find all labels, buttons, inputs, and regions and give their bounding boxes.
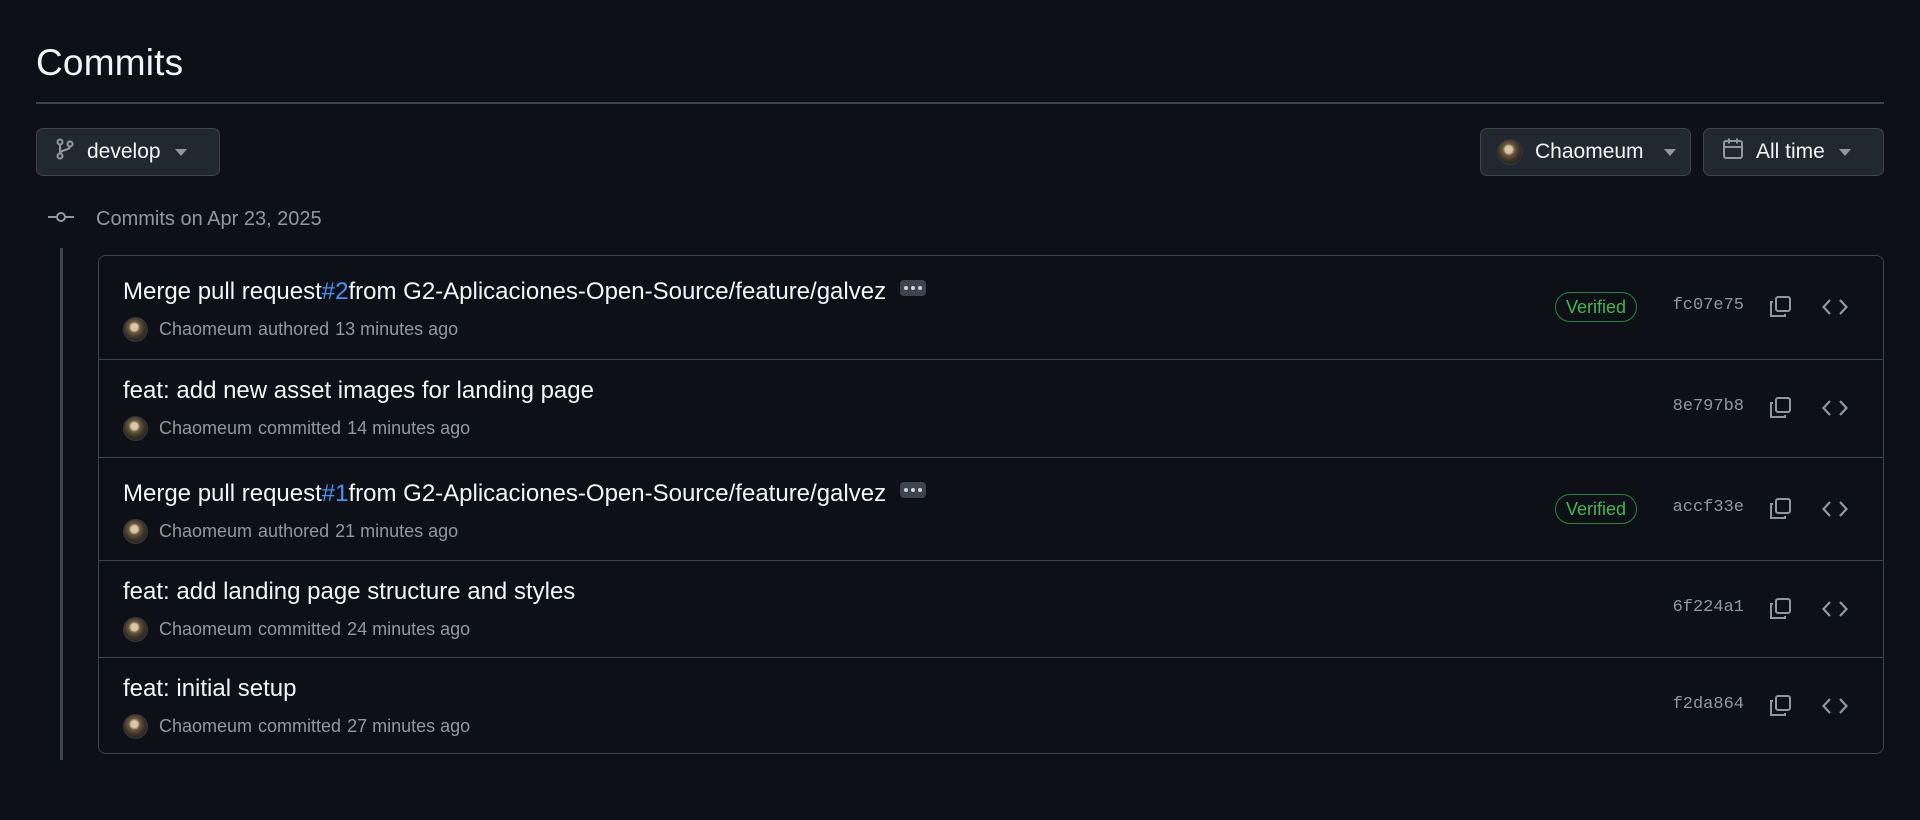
title-divider xyxy=(36,102,1884,104)
commit-time: 14 minutes ago xyxy=(347,418,471,438)
commit-row: feat: add new asset images for landing p… xyxy=(99,359,1883,457)
commit-row: Merge pull request #1 from G2-Aplicacion… xyxy=(99,457,1883,560)
code-icon xyxy=(1822,400,1848,416)
commits-page: Commits develop Chaomeum All time Commit… xyxy=(0,0,1920,820)
commit-author-link[interactable]: Chaomeum xyxy=(159,716,252,737)
copy-icon xyxy=(1770,296,1791,317)
commit-title-text: feat: add landing page structure and sty… xyxy=(123,578,576,605)
time-filter-button[interactable]: All time xyxy=(1703,128,1884,176)
commit-title[interactable]: Merge pull request #2 from G2-Aplicacion… xyxy=(123,278,927,306)
copy-sha-button[interactable] xyxy=(1764,593,1796,625)
browse-repository-button[interactable] xyxy=(1819,690,1851,722)
commit-author-link[interactable]: Chaomeum xyxy=(159,418,252,439)
browse-repository-button[interactable] xyxy=(1819,593,1851,625)
copy-icon xyxy=(1770,695,1791,716)
author-filter-button[interactable]: Chaomeum xyxy=(1480,128,1691,176)
commit-list: Merge pull request #2 from G2-Aplicacion… xyxy=(98,255,1884,754)
code-icon xyxy=(1822,698,1848,714)
commit-verb: authored xyxy=(258,319,330,339)
commit-meta: Chaomeum committed 24 minutes ago xyxy=(123,617,470,642)
code-icon xyxy=(1822,601,1848,617)
commit-title[interactable]: feat: initial setup xyxy=(123,675,296,703)
copy-icon xyxy=(1770,397,1791,418)
copy-sha-button[interactable] xyxy=(1764,291,1796,323)
chevron-down-icon xyxy=(174,148,187,156)
commit-time: 13 minutes ago xyxy=(335,319,459,339)
branch-selector-label: develop xyxy=(87,140,161,163)
calendar-icon xyxy=(1722,137,1744,167)
commit-verb: authored xyxy=(258,521,330,541)
avatar xyxy=(1497,139,1523,165)
browse-repository-button[interactable] xyxy=(1819,392,1851,424)
code-icon xyxy=(1822,299,1848,315)
verified-badge[interactable]: Verified xyxy=(1554,292,1637,322)
git-branch-icon xyxy=(55,138,75,166)
timeline-date-header: Commits on Apr 23, 2025 xyxy=(48,208,322,231)
browse-repository-button[interactable] xyxy=(1819,493,1851,525)
author-filter-label: Chaomeum xyxy=(1535,140,1644,163)
pull-request-link[interactable]: #1 xyxy=(322,480,349,508)
commit-title-text: feat: initial setup xyxy=(123,675,297,702)
commit-title-text: feat: add new asset images for landing p… xyxy=(123,377,594,404)
chevron-down-icon xyxy=(1663,148,1676,156)
avatar[interactable] xyxy=(123,519,148,544)
expand-description-button[interactable] xyxy=(900,280,927,296)
commit-author-link[interactable]: Chaomeum xyxy=(159,521,252,542)
commit-title-text: Merge pull request xyxy=(123,480,322,507)
commit-row: feat: initial setup Chaomeum committed 2… xyxy=(99,657,1883,753)
commit-meta: Chaomeum committed 14 minutes ago xyxy=(123,416,470,441)
timeline-date-label: Commits on Apr 23, 2025 xyxy=(96,208,322,230)
copy-sha-button[interactable] xyxy=(1764,690,1796,722)
copy-sha-button[interactable] xyxy=(1764,392,1796,424)
time-filter-label: All time xyxy=(1756,140,1825,163)
copy-icon xyxy=(1770,498,1791,519)
commit-author-link[interactable]: Chaomeum xyxy=(159,319,252,340)
verified-badge[interactable]: Verified xyxy=(1554,494,1637,524)
git-commit-icon xyxy=(48,210,74,229)
commit-sha-link[interactable]: f2da864 xyxy=(1673,695,1744,714)
page-title: Commits xyxy=(36,42,184,83)
avatar[interactable] xyxy=(123,416,148,441)
commit-row: Merge pull request #2 from G2-Aplicacion… xyxy=(99,256,1883,359)
commit-sha-link[interactable]: 6f224a1 xyxy=(1673,598,1744,617)
code-icon xyxy=(1822,501,1848,517)
commit-sha-link[interactable]: fc07e75 xyxy=(1673,296,1744,315)
commit-author-link[interactable]: Chaomeum xyxy=(159,619,252,640)
commit-verb: committed xyxy=(258,418,342,438)
chevron-down-icon xyxy=(1838,148,1851,156)
commit-row: feat: add landing page structure and sty… xyxy=(99,560,1883,657)
commit-time: 27 minutes ago xyxy=(347,716,471,736)
branch-selector-button[interactable]: develop xyxy=(36,128,220,176)
commit-title-text: Merge pull request xyxy=(123,278,322,305)
commit-title[interactable]: feat: add landing page structure and sty… xyxy=(123,578,575,606)
avatar[interactable] xyxy=(123,317,148,342)
copy-icon xyxy=(1770,598,1791,619)
commit-meta: Chaomeum authored 21 minutes ago xyxy=(123,519,458,544)
commit-title[interactable]: Merge pull request #1 from G2-Aplicacion… xyxy=(123,480,927,508)
avatar[interactable] xyxy=(123,617,148,642)
commit-meta: Chaomeum authored 13 minutes ago xyxy=(123,317,458,342)
commit-title-text: from G2-Aplicaciones-Open-Source/feature… xyxy=(348,480,887,507)
commit-time: 24 minutes ago xyxy=(347,619,471,639)
expand-description-button[interactable] xyxy=(900,482,927,498)
commit-title-text: from G2-Aplicaciones-Open-Source/feature… xyxy=(348,278,887,305)
commit-time: 21 minutes ago xyxy=(335,521,459,541)
copy-sha-button[interactable] xyxy=(1764,493,1796,525)
commit-verb: committed xyxy=(258,716,342,736)
avatar[interactable] xyxy=(123,714,148,739)
timeline-line xyxy=(60,248,63,760)
commit-sha-link[interactable]: accf33e xyxy=(1673,498,1744,517)
pull-request-link[interactable]: #2 xyxy=(322,278,349,306)
browse-repository-button[interactable] xyxy=(1819,291,1851,323)
commit-sha-link[interactable]: 8e797b8 xyxy=(1673,397,1744,416)
commit-verb: committed xyxy=(258,619,342,639)
commit-title[interactable]: feat: add new asset images for landing p… xyxy=(123,377,594,405)
commit-meta: Chaomeum committed 27 minutes ago xyxy=(123,714,470,739)
